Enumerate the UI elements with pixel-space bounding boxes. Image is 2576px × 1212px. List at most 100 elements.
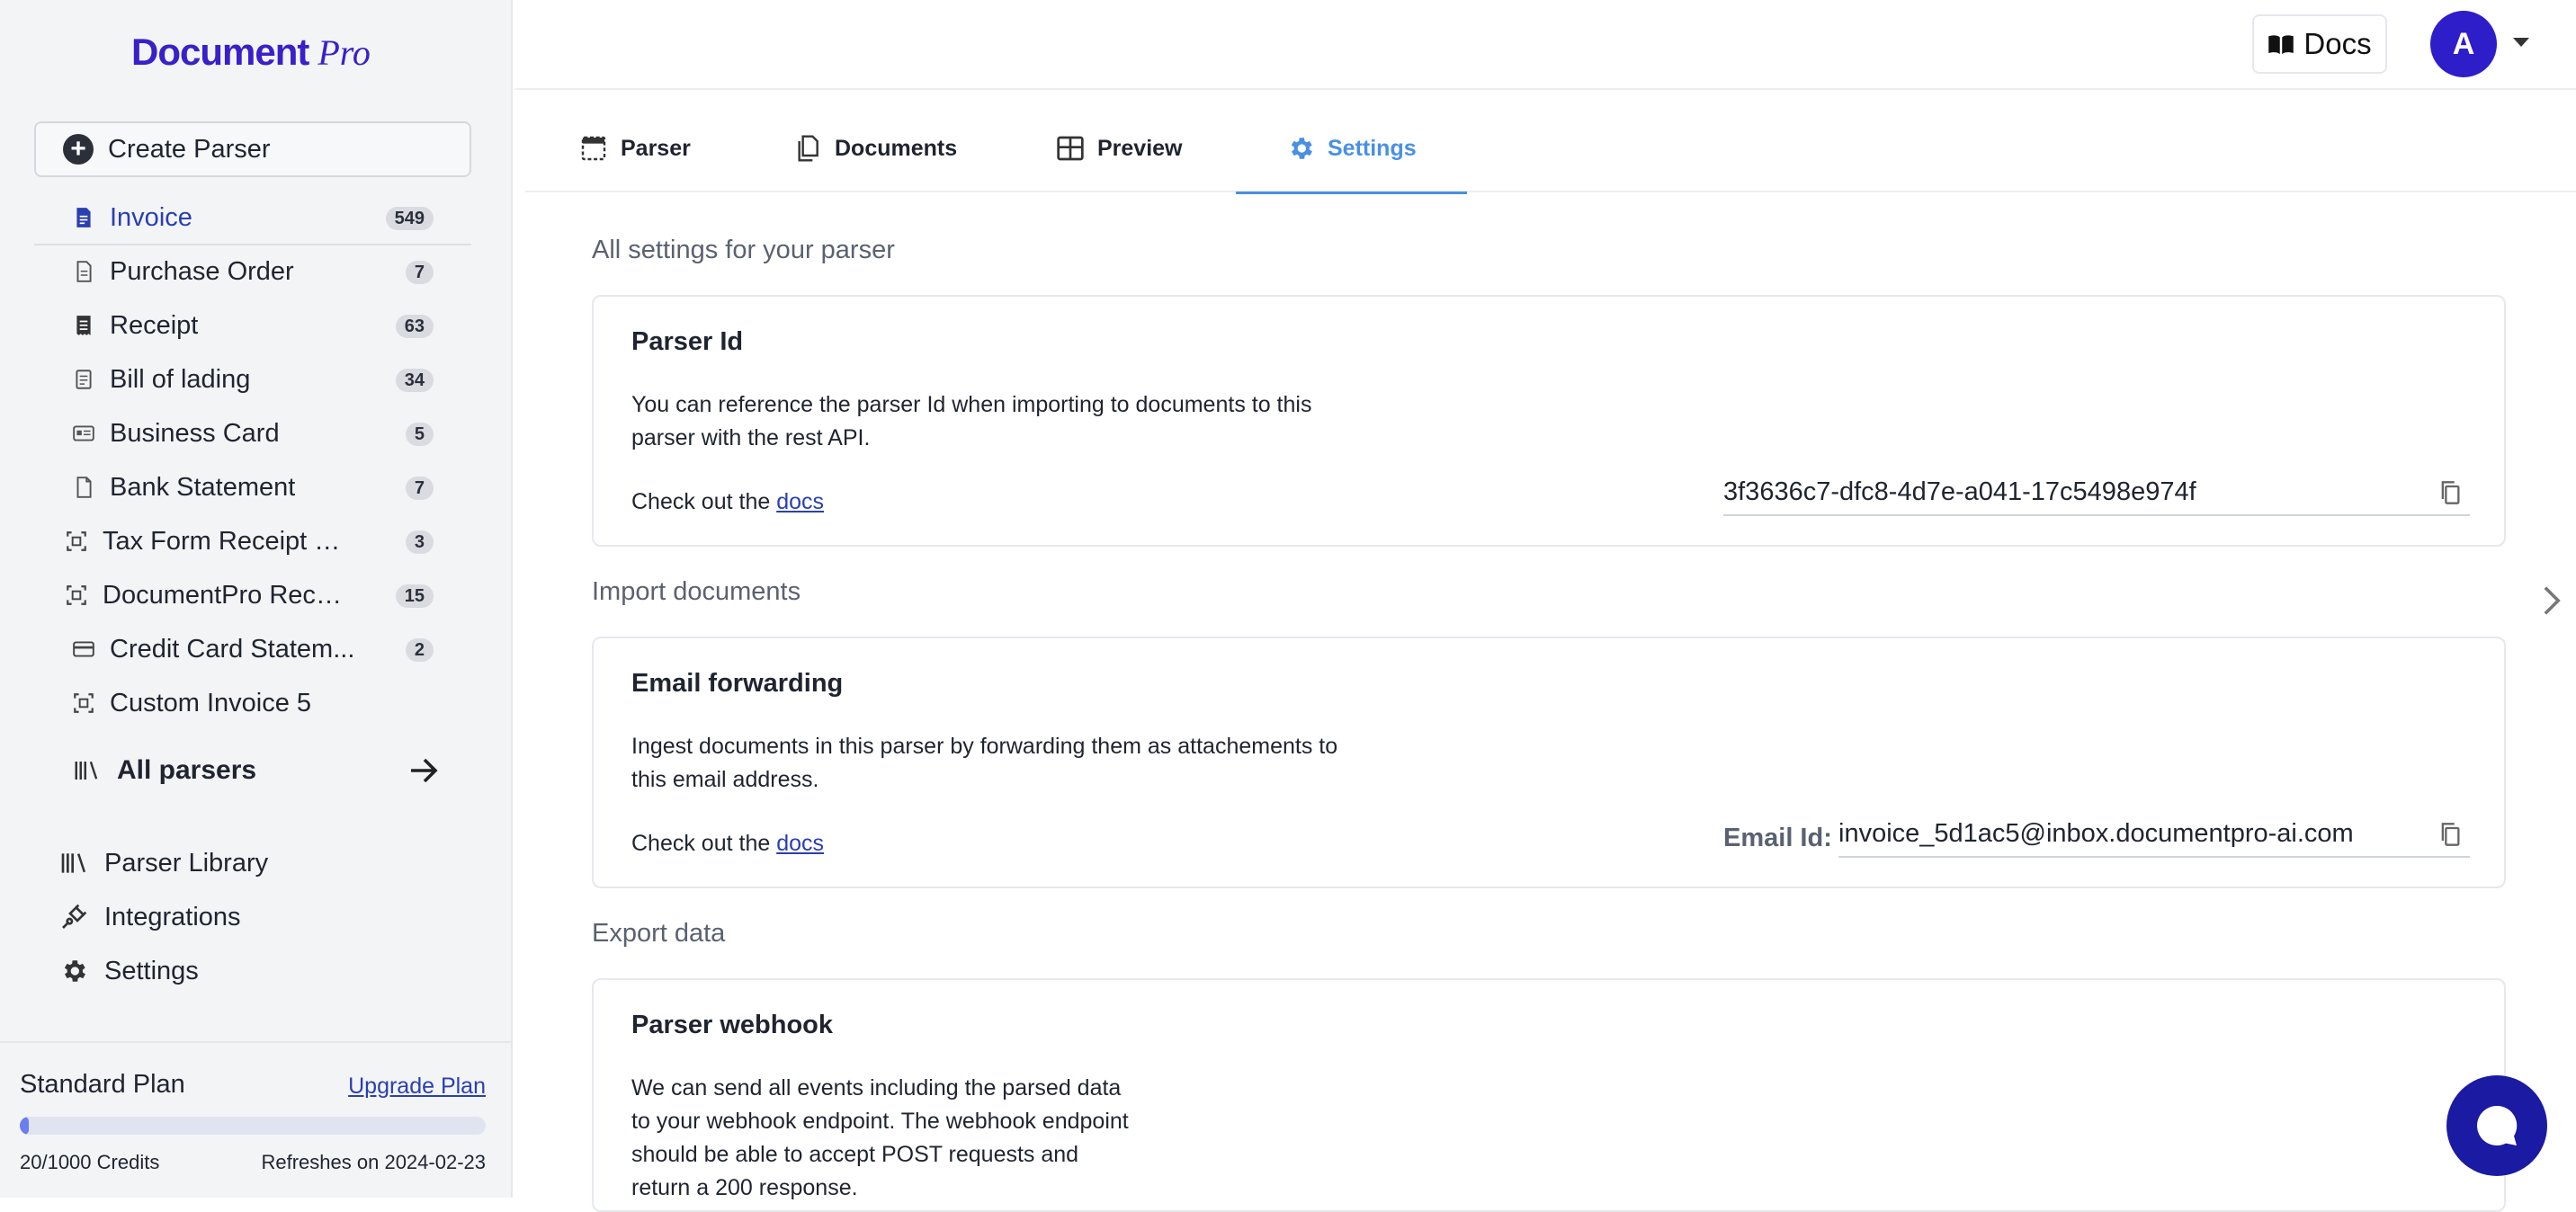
card-title: Parser Id (631, 327, 744, 356)
top-bar: Docs A (514, 0, 2576, 90)
chevron-right-icon[interactable] (2542, 584, 2562, 617)
sidebar-item-settings[interactable]: Settings (59, 944, 455, 998)
create-parser-button[interactable]: + Create Parser (34, 121, 471, 177)
parser-tabs: Parser Documents Preview Settings (525, 104, 2576, 194)
card-description: Ingest documents in this parser by forwa… (631, 730, 1337, 797)
plug-icon (62, 904, 87, 929)
tab-label: Parser (621, 135, 691, 161)
open-book-icon (2268, 35, 2294, 55)
description-line: We can send all events including the par… (631, 1075, 1122, 1101)
description-line: to your webhook endpoint. The webhook en… (631, 1109, 1129, 1134)
plan-panel: Standard Plan Upgrade Plan 20/1000 Credi… (0, 1041, 513, 1198)
sidebar-item-integrations[interactable]: Integrations (59, 890, 455, 944)
file-outline-icon (76, 477, 92, 498)
sidebar-item-purchase-order[interactable]: Purchase Order 7 (34, 245, 471, 299)
count-badge: 549 (385, 207, 434, 230)
sidebar-item-label: Business Card (110, 418, 280, 448)
documentpro-logo[interactable]: Document Pro (131, 31, 371, 76)
sidebar-item-label: Receipt (110, 310, 199, 340)
logo-text-pro: Pro (318, 32, 371, 73)
sidebar-item-label: Parser Library (104, 848, 269, 878)
settings-heading: All settings for your parser (592, 236, 895, 264)
docs-link[interactable]: docs (776, 489, 824, 514)
create-parser-label: Create Parser (108, 134, 271, 164)
count-badge: 15 (395, 584, 434, 608)
parser-id-field[interactable]: 3f3636c7-dfc8-4d7e-a041-17c5498e974f (1723, 469, 2470, 516)
sidebar-item-bank-statement[interactable]: Bank Statement 7 (34, 460, 471, 514)
sidebar-item-credit-card-statement[interactable]: Credit Card Statem... 2 (34, 622, 471, 676)
parser-webhook-card: Parser webhook We can send all events in… (592, 978, 2506, 1212)
gear-icon (1291, 138, 1312, 159)
tab-label: Settings (1328, 135, 1417, 161)
email-id-field[interactable]: invoice_5d1ac5@inbox.documentpro-ai.com (1838, 811, 2470, 858)
user-avatar[interactable]: A (2430, 11, 2497, 77)
parser-id-value: 3f3636c7-dfc8-4d7e-a041-17c5498e974f (1723, 477, 2196, 506)
count-badge: 7 (405, 477, 434, 500)
checkout-text: Check out the (631, 831, 771, 856)
count-badge: 7 (405, 261, 434, 284)
tab-preview[interactable]: Preview (1056, 104, 1183, 192)
sidebar-item-label: Bill of lading (110, 364, 251, 394)
upgrade-plan-link[interactable]: Upgrade Plan (348, 1074, 486, 1100)
sidebar-item-label: Custom Invoice 5 (110, 688, 312, 717)
sidebar-item-tax-form-receipt[interactable]: Tax Form Receipt C... 3 (34, 514, 471, 568)
checkout-text: Check out the (631, 489, 771, 514)
receipt-icon (76, 316, 91, 335)
docs-link-row: Check out the docs (631, 831, 824, 857)
tab-label: Preview (1097, 135, 1183, 161)
sidebar-item-label: Bank Statement (110, 472, 296, 502)
docs-link-row: Check out the docs (631, 489, 824, 515)
docs-link[interactable]: docs (776, 831, 824, 856)
custom-frame-icon (67, 585, 86, 605)
invoice-doc-icon (76, 208, 91, 227)
sidebar-item-label: Purchase Order (110, 256, 294, 286)
card-title: Email forwarding (631, 669, 844, 698)
refresh-date-text: Refreshes on 2024-02-23 (261, 1151, 487, 1173)
plus-circle-icon: + (63, 134, 94, 165)
description-line: this email address. (631, 767, 819, 792)
email-id-label: Email Id: (1723, 824, 1832, 852)
sidebar-item-business-card[interactable]: Business Card 5 (34, 406, 471, 460)
credits-progress-bar (20, 1117, 486, 1135)
import-heading: Import documents (592, 577, 801, 606)
sidebar-item-bill-of-lading[interactable]: Bill of lading 34 (34, 352, 471, 406)
sidebar-item-custom-invoice-5[interactable]: Custom Invoice 5 (34, 676, 471, 730)
credits-text: 20/1000 Credits (20, 1151, 160, 1173)
sidebar: Document Pro + Create Parser Invoice 549… (0, 0, 513, 1198)
secondary-nav: Parser Library Integrations Settings (59, 836, 455, 998)
credits-progress-fill (20, 1117, 30, 1135)
tab-parser[interactable]: Parser (579, 104, 691, 192)
library-icon (61, 853, 86, 873)
parser-id-card: Parser Id You can reference the parser I… (592, 295, 2506, 547)
tab-label: Documents (835, 135, 958, 161)
description-line: Ingest documents in this parser by forwa… (631, 734, 1338, 759)
tab-documents[interactable]: Documents (793, 104, 957, 192)
card-description: We can send all events including the par… (631, 1072, 1129, 1205)
chat-icon (2477, 1105, 2518, 1145)
count-badge: 34 (395, 369, 434, 392)
preview-grid-icon (1057, 136, 1084, 161)
sidebar-item-label: Tax Form Receipt C... (103, 526, 354, 556)
sidebar-item-documentpro-receipt[interactable]: DocumentPro Recei... 15 (34, 568, 471, 622)
count-badge: 2 (405, 638, 434, 662)
file-icon (76, 261, 92, 282)
all-parsers-link[interactable]: All parsers (72, 743, 441, 798)
copy-icon[interactable] (2439, 822, 2461, 847)
chevron-down-icon[interactable] (2513, 38, 2529, 47)
sidebar-item-parser-library[interactable]: Parser Library (59, 836, 455, 890)
sidebar-item-invoice[interactable]: Invoice 549 (34, 191, 471, 245)
count-badge: 5 (405, 423, 434, 446)
copy-icon[interactable] (2439, 480, 2461, 505)
tab-settings[interactable]: Settings (1236, 104, 1467, 194)
custom-frame-icon (67, 531, 86, 551)
sidebar-item-receipt[interactable]: Receipt 63 (34, 299, 471, 352)
chat-launcher-button[interactable] (2446, 1075, 2547, 1176)
count-badge: 3 (405, 530, 434, 554)
card-title: Parser webhook (631, 1011, 834, 1039)
docs-button[interactable]: Docs (2252, 14, 2387, 74)
library-icon (75, 761, 98, 780)
all-parsers-label: All parsers (117, 755, 257, 785)
custom-frame-icon (74, 693, 94, 713)
description-line: You can reference the parser Id when imp… (631, 392, 1312, 417)
documents-tab-icon (798, 135, 818, 162)
